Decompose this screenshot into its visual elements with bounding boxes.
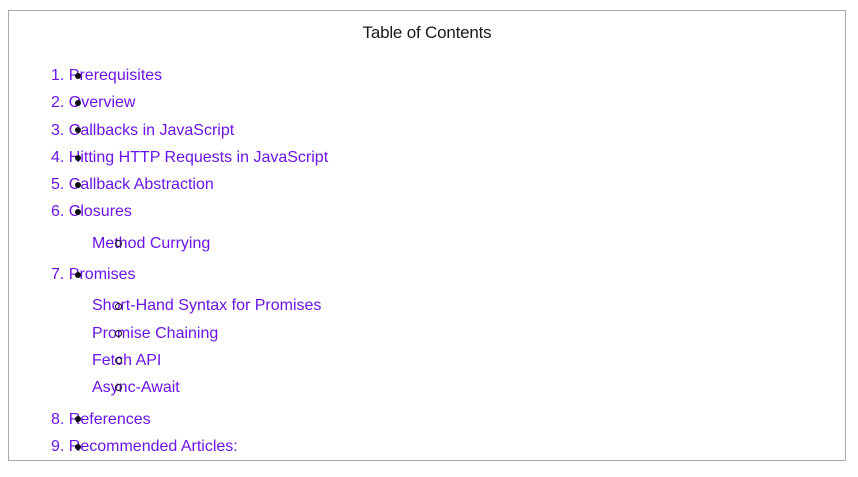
toc-subitem-fetch-api: Fetch API bbox=[51, 347, 845, 374]
toc-item-promises: 7. Promises Short-Hand Syntax for Promis… bbox=[9, 261, 845, 405]
table-of-contents: Table of Contents 1. Prerequisites 2. Ov… bbox=[8, 10, 846, 461]
toc-subitem-promise-chaining: Promise Chaining bbox=[51, 320, 845, 347]
disc-bullet-icon bbox=[75, 72, 81, 79]
disc-bullet-icon bbox=[75, 154, 81, 161]
circle-bullet-icon bbox=[115, 239, 122, 247]
toc-link-fetch-api[interactable]: Fetch API bbox=[92, 352, 161, 369]
toc-sublist-closures: Method Currying bbox=[51, 226, 845, 261]
toc-title: Table of Contents bbox=[362, 23, 492, 42]
toc-subitem-async-await: Async-Await bbox=[51, 374, 845, 401]
disc-bullet-icon bbox=[75, 181, 81, 188]
toc-link-prerequisites[interactable]: 1. Prerequisites bbox=[51, 67, 162, 84]
toc-item-callbacks: 3. Callbacks in JavaScript bbox=[9, 117, 845, 144]
toc-link-promise-chaining[interactable]: Promise Chaining bbox=[92, 325, 218, 342]
toc-link-promises[interactable]: 7. Promises bbox=[51, 266, 135, 283]
toc-subitem-short-hand-syntax: Short-Hand Syntax for Promises bbox=[51, 292, 845, 319]
toc-item-prerequisites: 1. Prerequisites bbox=[9, 62, 845, 89]
toc-sublist-promises: Short-Hand Syntax for Promises Promise C… bbox=[51, 288, 845, 405]
toc-link-async-await[interactable]: Async-Await bbox=[92, 379, 180, 396]
toc-item-callback-abstraction: 5. Callback Abstraction bbox=[9, 171, 845, 198]
toc-item-closures: 6. Closures Method Currying bbox=[9, 198, 845, 261]
toc-link-closures[interactable]: 6. Closures bbox=[51, 203, 132, 220]
toc-link-references[interactable]: 8. References bbox=[51, 411, 151, 428]
toc-subitem-method-currying: Method Currying bbox=[51, 230, 845, 257]
toc-link-http-requests[interactable]: 4. Hitting HTTP Requests in JavaScript bbox=[51, 149, 328, 166]
circle-bullet-icon bbox=[115, 302, 122, 310]
toc-item-overview: 2. Overview bbox=[9, 89, 845, 116]
circle-bullet-icon bbox=[115, 329, 122, 337]
toc-item-recommended-articles: 9. Recommended Articles: bbox=[9, 433, 845, 460]
toc-item-references: 8. References bbox=[9, 406, 845, 433]
toc-item-http-requests: 4. Hitting HTTP Requests in JavaScript bbox=[9, 144, 845, 171]
toc-link-overview[interactable]: 2. Overview bbox=[51, 94, 135, 111]
toc-link-short-hand-syntax[interactable]: Short-Hand Syntax for Promises bbox=[92, 297, 321, 314]
disc-bullet-icon bbox=[75, 271, 81, 278]
disc-bullet-icon bbox=[75, 443, 81, 450]
disc-bullet-icon bbox=[75, 99, 81, 106]
toc-link-method-currying[interactable]: Method Currying bbox=[92, 235, 210, 252]
toc-list: 1. Prerequisites 2. Overview 3. Callback… bbox=[9, 62, 845, 460]
